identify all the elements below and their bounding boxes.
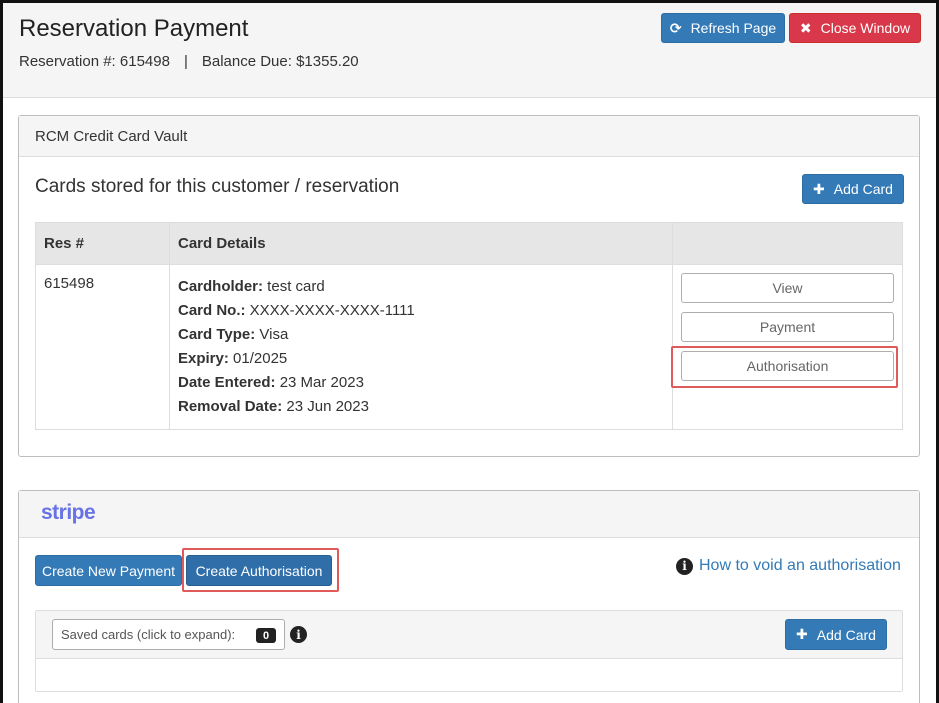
- cardholder-line: Cardholder: test card: [178, 278, 325, 295]
- refresh-page-label: Refresh Page: [690, 20, 777, 36]
- plus-icon: ✚: [813, 180, 825, 197]
- cards-heading: Cards stored for this customer / reserva…: [35, 176, 400, 197]
- stripe-add-card-label: Add Card: [816, 626, 876, 643]
- payment-card-button[interactable]: Payment: [681, 312, 894, 342]
- refresh-page-button[interactable]: ⟳ Refresh Page: [661, 13, 785, 43]
- page-title: Reservation Payment: [19, 15, 249, 42]
- page-header: Reservation Payment Reservation #: 61549…: [3, 3, 936, 98]
- stripe-add-card-button[interactable]: ✚ Add Card: [785, 619, 887, 650]
- balance-due: Balance Due: $1355.20: [201, 53, 359, 70]
- saved-cards-label: Saved cards (click to expand):: [61, 627, 236, 642]
- create-authorisation-button[interactable]: Create Authorisation: [186, 555, 332, 586]
- reservation-summary: Reservation #: 615498 | Balance Due: $1355…: [19, 53, 359, 70]
- card-details-cell: Cardholder: test card Card No.: XXXX-XXX…: [169, 264, 673, 430]
- vault-panel-header: RCM Credit Card Vault: [19, 116, 919, 157]
- info-icon: i: [676, 557, 693, 575]
- card-type-line: Card Type: Visa: [178, 326, 289, 343]
- close-icon: ✖: [799, 19, 812, 36]
- column-actions: [672, 222, 903, 265]
- stripe-panel-header: stripe: [19, 491, 919, 538]
- stripe-logo: stripe: [41, 501, 96, 524]
- column-card-details: Card Details: [169, 222, 673, 265]
- close-window-button[interactable]: ✖ Close Window: [789, 13, 921, 43]
- create-new-payment-button[interactable]: Create New Payment: [35, 555, 182, 586]
- void-authorisation-label: How to void an authorisation: [699, 557, 901, 574]
- saved-cards-toggle[interactable]: Saved cards (click to expand): 0: [52, 619, 285, 650]
- refresh-icon: ⟳: [669, 19, 682, 36]
- saved-cards-info-icon[interactable]: i: [290, 626, 307, 643]
- view-card-button[interactable]: View: [681, 273, 894, 303]
- close-window-label: Close Window: [820, 20, 911, 36]
- vault-title: RCM Credit Card Vault: [35, 128, 188, 145]
- credit-card-vault-panel: RCM Credit Card Vault Cards stored for t…: [18, 115, 920, 457]
- authorisation-card-button[interactable]: Authorisation: [681, 351, 894, 381]
- table-row: 615498 Cardholder: test card Card No.: X…: [35, 264, 903, 430]
- reservation-payment-window: Reservation Payment Reservation #: 61549…: [0, 0, 939, 703]
- res-number-cell: 615498: [35, 264, 170, 430]
- vault-add-card-label: Add Card: [833, 181, 893, 197]
- stored-cards-table: Res # Card Details 615498 Cardholder: te…: [35, 222, 903, 430]
- void-authorisation-link[interactable]: i How to void an authorisation: [676, 557, 901, 575]
- table-header-row: Res # Card Details: [35, 222, 903, 265]
- saved-cards-count-badge: 0: [256, 628, 276, 643]
- vault-add-card-button[interactable]: ✚ Add Card: [802, 174, 904, 204]
- expiry-line: Expiry: 01/2025: [178, 350, 288, 367]
- card-number-line: Card No.: XXXX-XXXX-XXXX-1111: [178, 302, 415, 319]
- date-entered-line: Date Entered: 23 Mar 2023: [178, 374, 364, 391]
- column-res: Res #: [35, 222, 170, 265]
- removal-date-line: Removal Date: 23 Jun 2023: [178, 398, 369, 415]
- plus-icon: ✚: [796, 626, 808, 642]
- summary-separator: |: [183, 53, 188, 70]
- stripe-panel: stripe Create New Payment Create Authori…: [18, 490, 920, 703]
- card-actions-cell: View Payment Authorisation: [671, 264, 903, 430]
- saved-cards-box: Saved cards (click to expand): 0 i ✚ Add…: [35, 610, 903, 692]
- reservation-number: Reservation #: 615498: [19, 53, 170, 70]
- saved-cards-header: Saved cards (click to expand): 0 i ✚ Add…: [36, 611, 902, 659]
